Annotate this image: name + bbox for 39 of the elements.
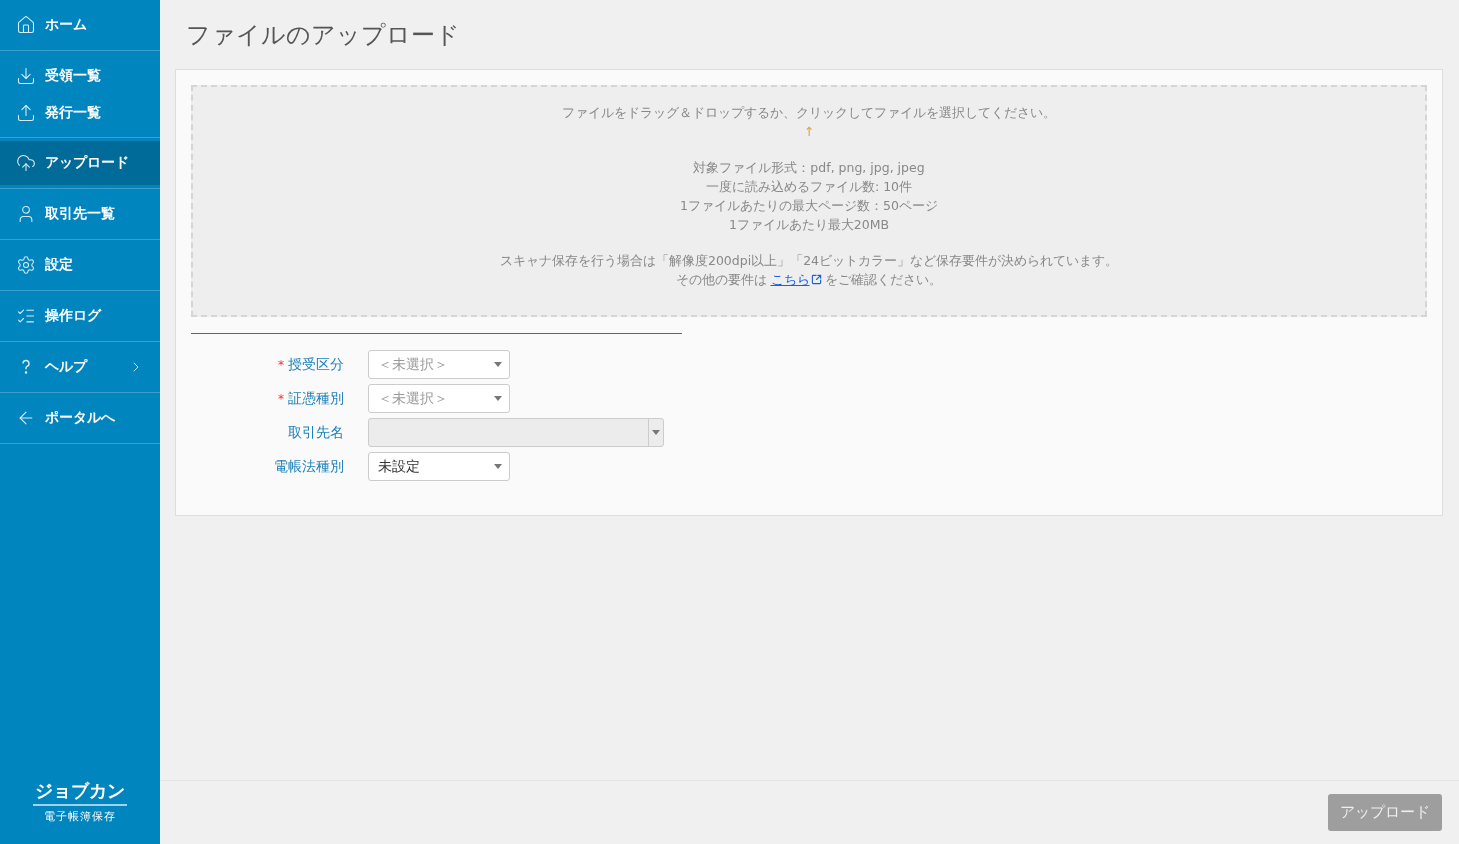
file-spec-text: 対象ファイル形式：pdf, png, jpg, jpeg	[693, 159, 925, 177]
file-spec-text: 1ファイルあたり最大20MB	[728, 216, 890, 234]
up-arrow: ↑	[803, 123, 815, 141]
sidebar-item[interactable]: ポータルへ	[0, 396, 160, 440]
home-icon	[16, 15, 36, 35]
external-link-icon	[810, 274, 822, 285]
caret-down-icon	[652, 430, 660, 435]
cloud-upload-icon	[16, 153, 36, 173]
settings-icon	[16, 255, 36, 275]
select-field[interactable]: ＜未選択＞	[368, 384, 510, 413]
field-label: 授受区分	[288, 355, 344, 374]
sidebar-item[interactable]: 設定	[0, 243, 160, 287]
scanner-note: スキャナ保存を行う場合は「解像度200dpi以上」「24ビットカラー」など保存要件が決められています。	[499, 252, 1119, 270]
field-label: 取引先名	[288, 423, 344, 442]
required-mark: *	[278, 357, 284, 372]
field-label: 電帳法種別	[274, 457, 344, 476]
sidebar-item[interactable]: ホーム	[0, 3, 160, 47]
sidebar-item[interactable]: 操作ログ	[0, 294, 160, 338]
download-icon	[16, 65, 36, 86]
drop-prompt: ファイルをドラッグ＆ドロップするか、クリックしてファイルを選択してください。	[562, 104, 1056, 122]
file-spec-text: 1ファイルあたりの最大ページ数：50ページ	[680, 197, 938, 215]
logo-name: ジョブカン	[33, 779, 127, 806]
upload-icon	[16, 102, 36, 123]
sidebar-item[interactable]: 取引先一覧	[0, 192, 160, 236]
required-mark: *	[278, 391, 284, 406]
caret-down-icon	[494, 464, 502, 469]
requirements-note: その他の要件は こちら をご確認ください。	[675, 270, 943, 289]
caret-down-icon	[494, 362, 502, 367]
sidebar-item[interactable]: アップロード	[0, 141, 160, 185]
sidebar-item[interactable]: 発行一覧	[0, 94, 160, 131]
select-field[interactable]: ＜未選択＞	[368, 350, 510, 379]
logo-subtitle: 電子帳簿保存	[44, 809, 116, 824]
requirements-link[interactable]: こちら	[770, 270, 822, 289]
sidebar-item[interactable]: 受領一覧	[0, 57, 160, 94]
page-title: ファイルのアップロード	[185, 20, 461, 51]
select-field[interactable]: 未設定	[368, 452, 510, 481]
sidebar-item[interactable]: ヘルプ	[0, 345, 160, 389]
caret-down-icon	[494, 396, 502, 401]
field-label: 証憑種別	[288, 389, 344, 408]
